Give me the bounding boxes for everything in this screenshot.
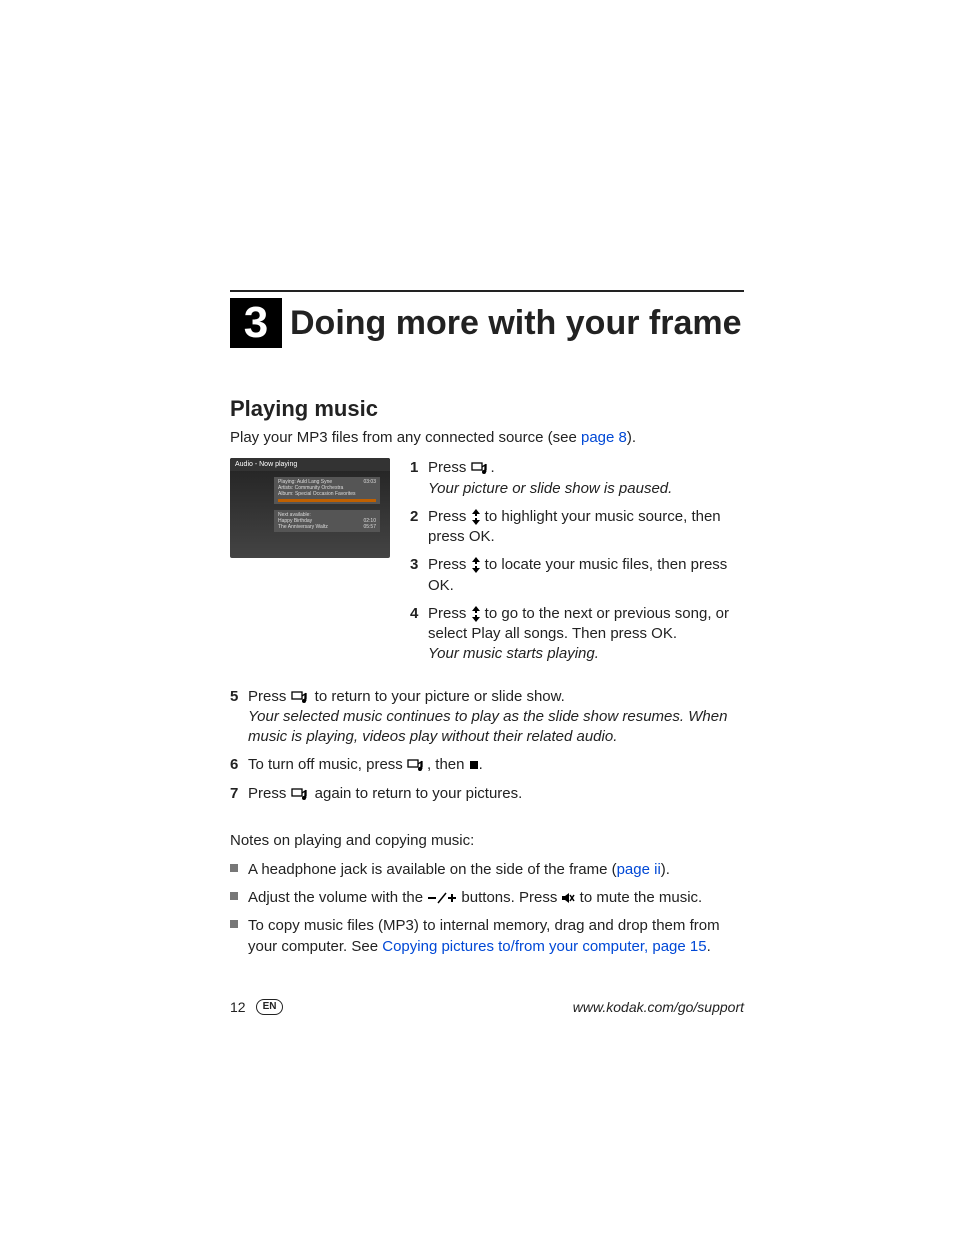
steps-full: 5 Press to return to your picture or sli… xyxy=(230,687,744,804)
step-7: 7 Press again to return to your pictures… xyxy=(230,784,744,804)
music-icon xyxy=(407,758,427,772)
bullet-icon xyxy=(230,920,238,928)
link-page-8[interactable]: page 8 xyxy=(581,429,627,446)
notes-heading: Notes on playing and copying music: xyxy=(230,832,744,849)
section-title: Playing music xyxy=(230,396,744,422)
intro-text: Play your MP3 files from any connected s… xyxy=(230,428,744,448)
intro-before: Play your MP3 files from any connected s… xyxy=(230,429,581,446)
intro-after: ). xyxy=(627,429,636,446)
screenshot-title: Audio - Now playing xyxy=(230,458,390,471)
updown-icon xyxy=(471,606,481,622)
music-icon xyxy=(291,787,311,801)
step-2: 2 Press to highlight your music source, … xyxy=(410,507,744,548)
mute-icon xyxy=(561,892,575,904)
step-1: 1 Press . Your picture or slide show is … xyxy=(410,458,744,499)
chapter-heading: 3 Doing more with your frame xyxy=(230,298,744,348)
chapter-title: Doing more with your frame xyxy=(290,298,742,348)
updown-icon xyxy=(471,509,481,525)
manual-page: 3 Doing more with your frame Playing mus… xyxy=(0,0,954,1055)
step-5-result: Your selected music continues to play as… xyxy=(248,708,727,745)
step-3: 3 Press to locate your music files, then… xyxy=(410,555,744,596)
notes-list: A headphone jack is available on the sid… xyxy=(230,859,744,957)
step-1-result: Your picture or slide show is paused. xyxy=(428,480,672,497)
now-playing-screenshot: Audio - Now playing Playing: Auld Lang S… xyxy=(230,458,390,558)
step-4: 4 Press to go to the next or previous so… xyxy=(410,604,744,665)
link-copying-page-15[interactable]: Copying pictures to/from your computer, … xyxy=(382,938,706,955)
note-volume: Adjust the volume with the buttons. Pres… xyxy=(230,887,744,908)
support-url[interactable]: www.kodak.com/go/support xyxy=(293,999,744,1015)
note-headphone: A headphone jack is available on the sid… xyxy=(230,859,744,880)
language-badge: EN xyxy=(256,999,284,1015)
music-icon xyxy=(291,690,311,704)
music-icon xyxy=(471,461,491,475)
bullet-icon xyxy=(230,864,238,872)
steps-right: 1 Press . Your picture or slide show is … xyxy=(410,458,744,672)
stop-icon xyxy=(469,760,479,770)
page-footer: 12 EN www.kodak.com/go/support xyxy=(230,999,744,1015)
step-4-result: Your music starts playing. xyxy=(428,645,599,662)
link-page-ii[interactable]: page ii xyxy=(617,861,661,878)
volume-minus-plus-icon xyxy=(427,892,457,904)
updown-icon xyxy=(471,557,481,573)
page-number: 12 xyxy=(230,999,246,1015)
chapter-number: 3 xyxy=(230,298,282,348)
top-rule xyxy=(230,290,744,292)
step-5: 5 Press to return to your picture or sli… xyxy=(230,687,744,748)
note-copy: To copy music files (MP3) to internal me… xyxy=(230,915,744,957)
bullet-icon xyxy=(230,892,238,900)
step-6: 6 To turn off music, press , then . xyxy=(230,755,744,775)
